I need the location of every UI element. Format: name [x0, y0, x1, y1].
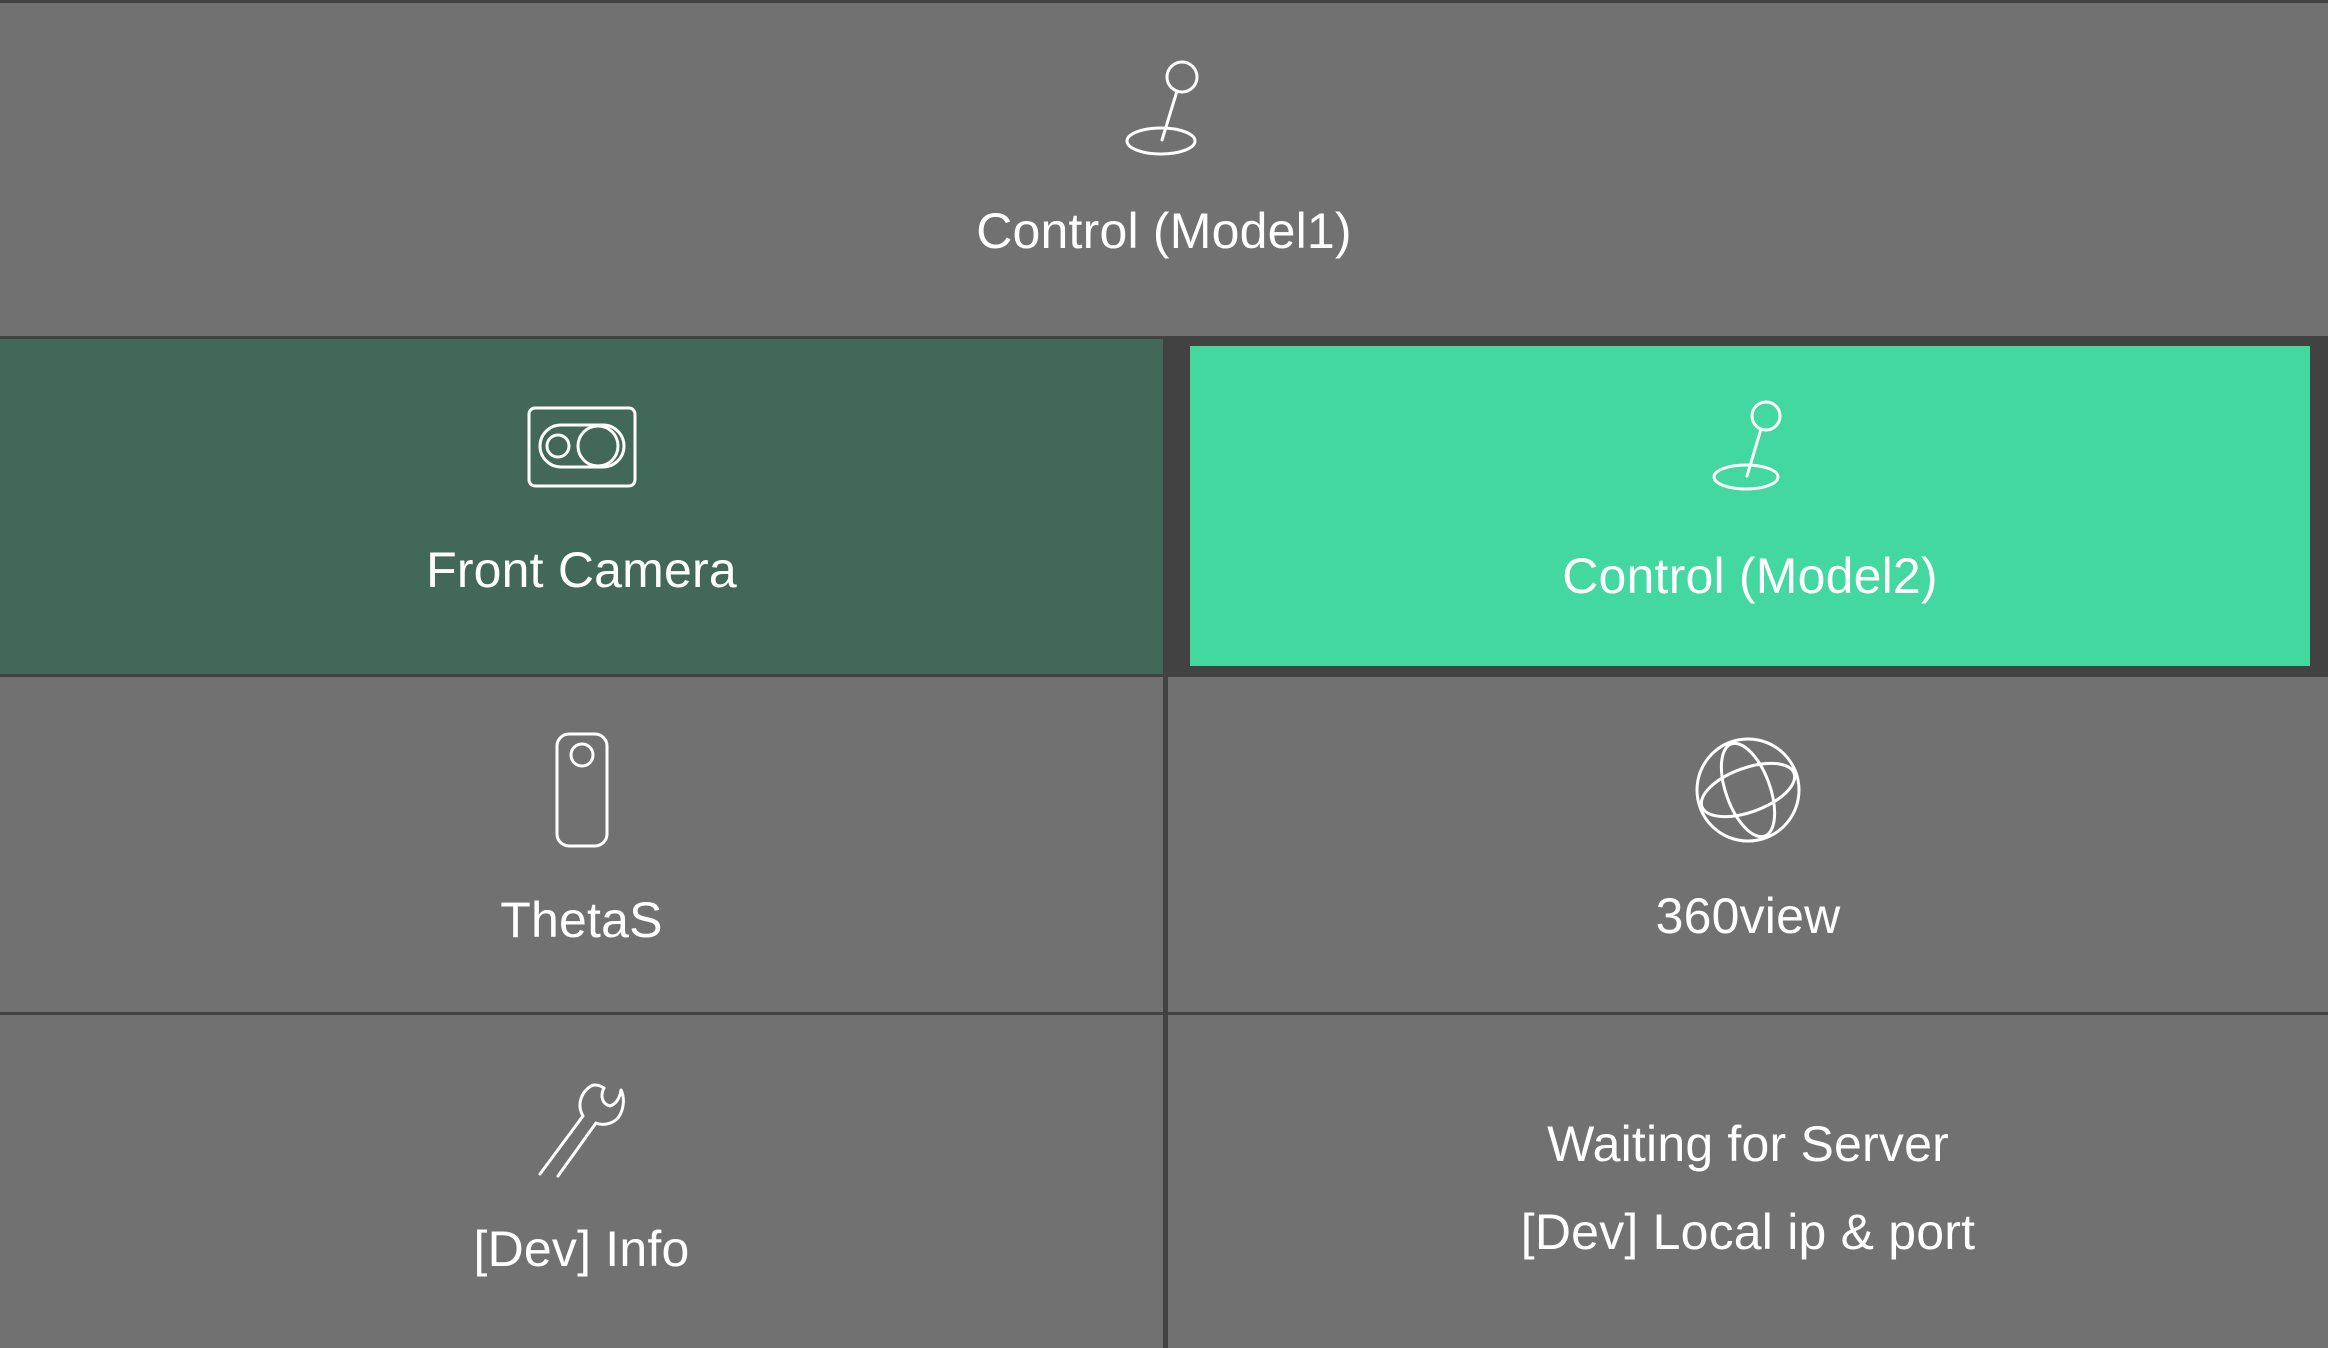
control-model2-label: Control (Model2)	[1562, 547, 1938, 604]
menu-grid: Control (Model1) Front Camera Control (M…	[0, 0, 2328, 1348]
joystick-icon	[1710, 399, 1790, 499]
dev-info-label: [Dev] Info	[473, 1221, 690, 1277]
joystick-icon	[1119, 58, 1209, 168]
thetas-label: ThetaS	[500, 892, 663, 948]
front-camera-tile[interactable]: Front Camera	[0, 339, 1163, 674]
control-model1-label: Control (Model1)	[976, 203, 1352, 259]
server-status-tile[interactable]: Waiting for Server [Dev] Local ip & port	[1168, 1015, 2328, 1348]
view360-tile[interactable]: 360view	[1168, 677, 2328, 1012]
wrench-icon	[536, 1076, 628, 1180]
control-model1-tile[interactable]: Control (Model1)	[0, 3, 2328, 336]
theta-camera-icon	[554, 731, 610, 849]
server-status-text: Waiting for Server	[1547, 1115, 1949, 1172]
globe-icon	[1693, 735, 1803, 845]
dev-info-tile[interactable]: [Dev] Info	[0, 1015, 1163, 1348]
control-model2-tile[interactable]: Control (Model2)	[1190, 346, 2310, 666]
view360-label: 360view	[1655, 888, 1841, 944]
local-ip-port-text: [Dev] Local ip & port	[1520, 1203, 1976, 1260]
front-camera-label: Front Camera	[426, 542, 737, 598]
thetas-tile[interactable]: ThetaS	[0, 677, 1163, 1012]
camera-icon	[526, 405, 638, 489]
